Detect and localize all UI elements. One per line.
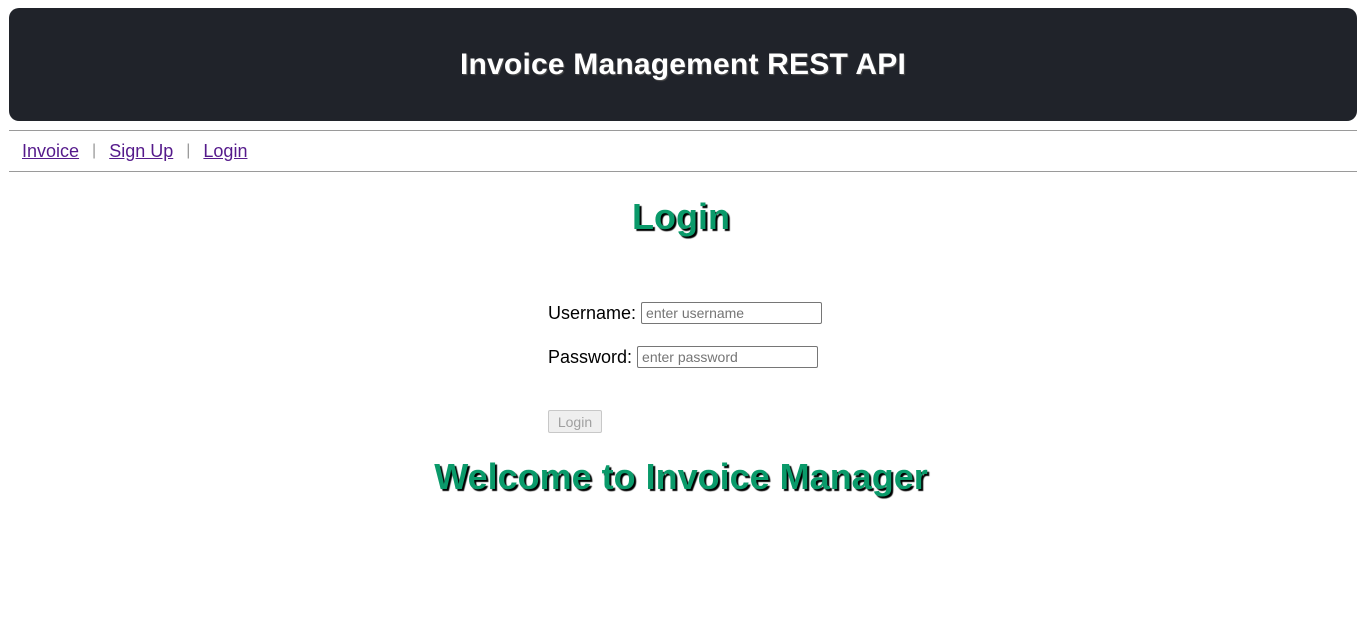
- nav-separator: |: [186, 142, 191, 159]
- top-nav: Invoice | Sign Up | Login: [22, 140, 247, 162]
- username-label: Username:: [548, 302, 637, 323]
- nav-link-sign-up[interactable]: Sign Up: [109, 141, 173, 162]
- app-title: Invoice Management REST API: [459, 47, 907, 81]
- login-form: Username: Password:: [548, 300, 823, 370]
- app-header: Invoice Management REST API: [9, 8, 1357, 121]
- login-submit-button[interactable]: Login: [548, 410, 602, 433]
- nav-link-invoice[interactable]: Invoice: [22, 141, 79, 162]
- nav-link-login[interactable]: Login: [203, 141, 247, 162]
- username-input[interactable]: [641, 302, 823, 324]
- username-row: Username:: [548, 300, 823, 326]
- password-row: Password:: [548, 344, 822, 370]
- welcome-heading: Welcome to Invoice Manager: [434, 456, 928, 497]
- nav-top-divider: [9, 130, 1357, 131]
- password-input[interactable]: [637, 346, 819, 368]
- nav-separator: |: [92, 142, 97, 159]
- nav-bottom-divider: [9, 171, 1357, 172]
- password-label: Password:: [548, 346, 633, 367]
- login-heading: Login: [632, 196, 730, 237]
